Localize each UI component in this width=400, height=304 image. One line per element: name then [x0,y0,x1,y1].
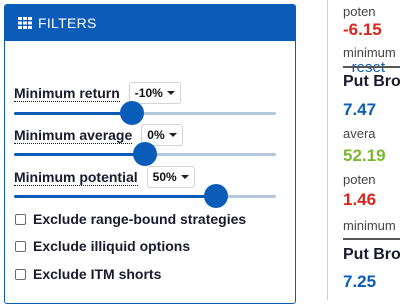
minimum-potential-label: Minimum potential [14,168,138,186]
filters-header: FILTERS [5,5,295,41]
exclude-itm-shorts-checkbox[interactable] [15,268,26,280]
result-label: minimum [343,218,396,233]
slider-fill [14,112,132,115]
result-value: 52.19 [343,146,386,165]
slider-fill [14,195,216,198]
minimum-potential-slider[interactable] [14,184,276,208]
result-label: minimum [343,45,396,60]
result-title[interactable]: Put Bro [343,246,400,264]
minimum-return-label: Minimum return [14,84,120,102]
minimum-return-value: -10% [134,86,163,100]
minimum-average-slider[interactable] [14,142,276,166]
result-separator [343,238,400,240]
minimum-return-slider[interactable] [14,101,276,125]
result-title[interactable]: Put Bro [343,73,400,91]
caret-down-icon [168,133,177,137]
slider-thumb[interactable] [119,101,144,125]
slider-thumb[interactable] [133,142,157,166]
slider-fill [14,153,145,156]
slider-thumb[interactable] [203,184,228,208]
minimum-potential-value: 50% [152,170,177,184]
result-label: poten [343,172,376,187]
exclude-illiquid-option[interactable]: Exclude illiquid options [15,238,190,254]
result-value: -6.15 [343,20,382,39]
result-value: 7.25 [343,272,377,291]
exclude-illiquid-label[interactable]: Exclude illiquid options [33,238,190,254]
exclude-illiquid-checkbox[interactable] [15,240,26,252]
exclude-range-bound-label[interactable]: Exclude range-bound strategies [33,211,246,227]
exclude-itm-shorts-option[interactable]: Exclude ITM shorts [15,266,161,282]
result-label: poten [343,4,376,19]
exclude-range-bound-checkbox[interactable] [15,213,26,225]
column-divider [327,0,328,300]
exclude-range-bound-option[interactable]: Exclude range-bound strategies [15,211,246,227]
minimum-average-value: 0% [147,128,165,142]
grid-icon [18,17,32,29]
exclude-itm-shorts-label[interactable]: Exclude ITM shorts [33,266,161,282]
caret-down-icon [166,91,175,95]
result-value: 1.46 [343,190,377,209]
caret-down-icon [180,175,189,179]
minimum-average-label: Minimum average [14,126,133,144]
panel-title: FILTERS [38,15,97,31]
result-label: avera [343,126,376,141]
result-separator [343,66,400,68]
result-value: 7.47 [343,100,377,119]
